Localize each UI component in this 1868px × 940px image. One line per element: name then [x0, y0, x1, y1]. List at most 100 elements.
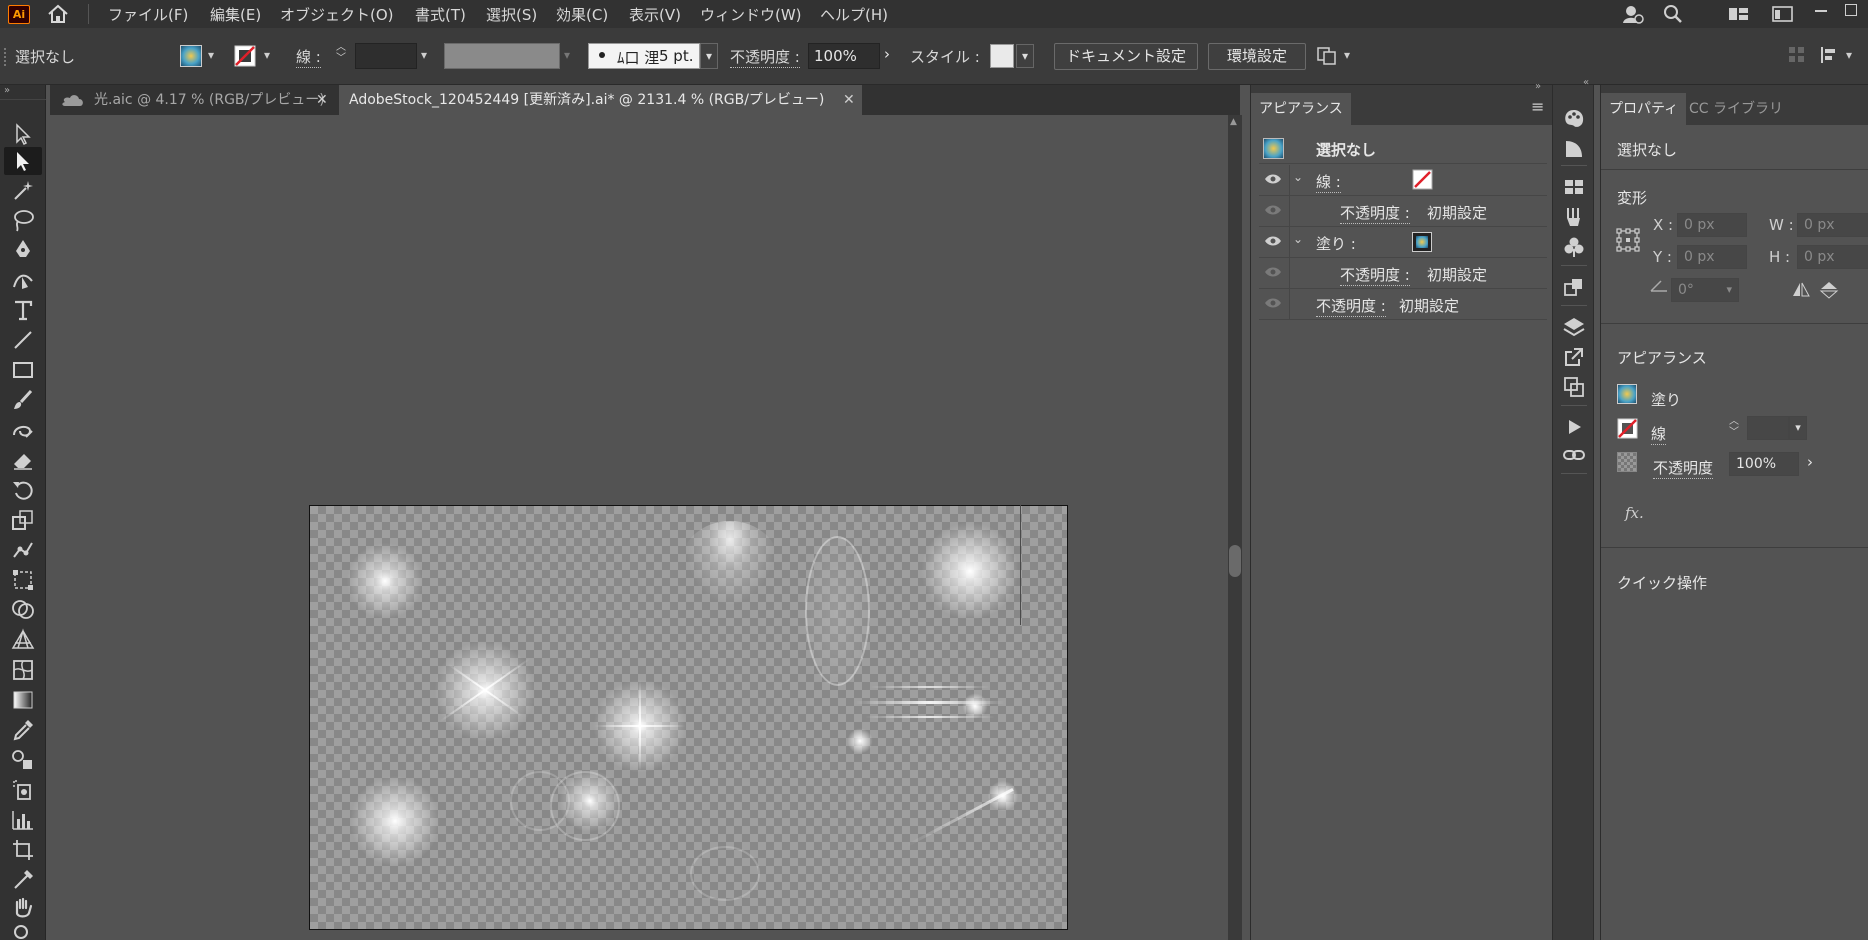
artboard-tool-icon[interactable]	[10, 837, 36, 863]
user-icon[interactable]	[1622, 4, 1644, 24]
direct-selection-tool-icon[interactable]	[10, 148, 36, 174]
shaper-tool-icon[interactable]	[10, 417, 36, 443]
appearance-fill-opacity-row[interactable]: 不透明度 : 初期設定	[1259, 258, 1547, 289]
tab-properties[interactable]: プロパティ	[1601, 93, 1687, 125]
y-input[interactable]: 0 px	[1677, 245, 1747, 269]
eye-icon[interactable]	[1264, 266, 1282, 278]
type-tool-icon[interactable]	[10, 297, 36, 323]
symbols-icon[interactable]	[1562, 235, 1586, 259]
menu-edit[interactable]: 編集(E)	[210, 4, 261, 25]
flip-horizontal-icon[interactable]	[1791, 281, 1811, 299]
appearance-object-opacity-row[interactable]: 不透明度 : 初期設定	[1259, 289, 1547, 320]
brush-dropdown[interactable]: ▾	[700, 43, 718, 69]
minimize-icon[interactable]	[1815, 10, 1827, 12]
color-palette-icon[interactable]	[1562, 107, 1586, 131]
maximize-icon[interactable]	[1845, 4, 1857, 16]
style-dropdown[interactable]: ▾	[1016, 44, 1034, 68]
opacity-label[interactable]: 不透明度 :	[1340, 264, 1410, 286]
collapse-icon[interactable]: »	[1535, 81, 1541, 92]
chevron-down-icon[interactable]: ▾	[421, 48, 427, 62]
gradient-tool-icon[interactable]	[10, 687, 36, 713]
document-canvas[interactable]	[50, 115, 1235, 940]
line-segment-tool-icon[interactable]	[10, 327, 36, 353]
brushes-icon[interactable]	[1562, 205, 1586, 229]
graphic-style-swatch[interactable]	[990, 44, 1014, 68]
vertical-scrollbar[interactable]: ▲	[1228, 115, 1242, 940]
eyedropper-tool-icon[interactable]	[10, 717, 36, 743]
fx-button[interactable]: fx.	[1625, 504, 1644, 522]
chevron-down-icon[interactable]: ▾	[1846, 48, 1852, 62]
opacity-input[interactable]: 100%	[808, 43, 880, 69]
stepper-icon[interactable]: ︿ ﹀	[336, 42, 346, 64]
column-graph-tool-icon[interactable]	[10, 807, 36, 833]
free-transform-tool-icon[interactable]	[10, 567, 36, 593]
menu-effect[interactable]: 効果(C)	[556, 4, 608, 25]
selection-tool-icon[interactable]	[10, 121, 36, 147]
arrange-documents-icon[interactable]	[1316, 46, 1338, 66]
artboard[interactable]	[309, 505, 1068, 930]
variable-width-profile[interactable]	[444, 43, 560, 69]
rotate-tool-icon[interactable]	[10, 477, 36, 503]
export-icon[interactable]	[1562, 345, 1586, 369]
stroke-row-label[interactable]: 線 :	[1316, 171, 1341, 193]
menu-file[interactable]: ファイル(F)	[108, 4, 188, 25]
paintbrush-tool-icon[interactable]	[10, 387, 36, 413]
home-icon[interactable]	[47, 4, 69, 24]
chevron-down-icon[interactable]: ▾	[564, 48, 570, 62]
stroke-weight-dropdown[interactable]: ▾	[1789, 416, 1807, 440]
slice-tool-icon[interactable]	[10, 867, 36, 893]
stroke-swatch[interactable]	[1412, 169, 1433, 190]
collapse-icon[interactable]: »	[4, 85, 10, 96]
curvature-tool-icon[interactable]	[10, 267, 36, 293]
chevron-right-icon[interactable]: ›	[884, 45, 890, 63]
eye-icon[interactable]	[1264, 204, 1282, 216]
fill-row-label[interactable]: 塗り :	[1316, 233, 1356, 254]
arrange-icon[interactable]	[1772, 4, 1794, 24]
stroke-weight-input[interactable]	[355, 43, 417, 69]
h-input[interactable]: 0 px	[1797, 245, 1868, 269]
puppet-warp-tool-icon[interactable]	[10, 537, 36, 563]
appearance-stroke-opacity-row[interactable]: 不透明度 : 初期設定	[1259, 196, 1547, 227]
pen-tool-icon[interactable]	[10, 237, 36, 263]
rectangle-tool-icon[interactable]	[10, 357, 36, 383]
scale-tool-icon[interactable]	[10, 507, 36, 533]
symbol-sprayer-tool-icon[interactable]	[10, 777, 36, 803]
eye-icon[interactable]	[1264, 173, 1282, 185]
eraser-tool-icon[interactable]	[10, 447, 36, 473]
magic-wand-tool-icon[interactable]	[10, 178, 36, 204]
hand-tool-icon[interactable]	[10, 895, 36, 921]
stroke-weight-input[interactable]	[1747, 416, 1789, 440]
document-setup-button[interactable]: ドキュメント設定	[1054, 43, 1198, 70]
scrollbar-thumb[interactable]	[1229, 545, 1241, 577]
transform-panel-icon[interactable]	[1562, 275, 1586, 299]
menu-select[interactable]: 選択(S)	[486, 4, 537, 25]
opacity-label[interactable]: 不透明度 :	[1340, 202, 1410, 224]
stroke-label[interactable]: 線	[1651, 423, 1667, 445]
stroke-swatch[interactable]	[1617, 418, 1638, 439]
menu-help[interactable]: ヘルプ(H)	[820, 4, 888, 25]
close-icon[interactable]: ✕	[316, 85, 328, 115]
tab-document-2[interactable]: AdobeStock_120452449 [更新済み].ai* @ 2131.4…	[339, 85, 862, 115]
opacity-label[interactable]: 不透明度	[1653, 457, 1714, 479]
disclosure-icon[interactable]: ⌄	[1293, 170, 1303, 184]
disclosure-icon[interactable]: ⌄	[1293, 232, 1303, 246]
eye-icon[interactable]	[1264, 235, 1282, 247]
appearance-stroke-row[interactable]: ⌄ 線 :	[1259, 165, 1547, 196]
menu-object[interactable]: オブジェクト(O)	[280, 4, 394, 25]
color-guide-icon[interactable]	[1562, 137, 1586, 161]
flip-vertical-icon[interactable]	[1819, 281, 1839, 299]
chevron-right-icon[interactable]: ›	[1807, 453, 1813, 471]
chevron-up-icon[interactable]: ▲	[1230, 117, 1237, 127]
close-icon[interactable]: ✕	[843, 85, 855, 115]
zoom-tool-icon[interactable]	[10, 921, 36, 940]
pathfinder-icon[interactable]	[1562, 375, 1586, 399]
swatches-icon[interactable]	[1562, 175, 1586, 199]
eye-icon[interactable]	[1264, 297, 1282, 309]
play-action-icon[interactable]	[1562, 415, 1586, 439]
fill-swatch[interactable]	[180, 45, 202, 67]
reference-point-icon[interactable]	[1615, 227, 1641, 253]
opacity-input[interactable]: 100%	[1729, 452, 1799, 476]
rotate-angle-input[interactable]: 0° ▾	[1671, 278, 1739, 302]
search-icon[interactable]	[1662, 4, 1684, 24]
tab-cc-libraries[interactable]: CC ライブラリ	[1681, 93, 1791, 125]
